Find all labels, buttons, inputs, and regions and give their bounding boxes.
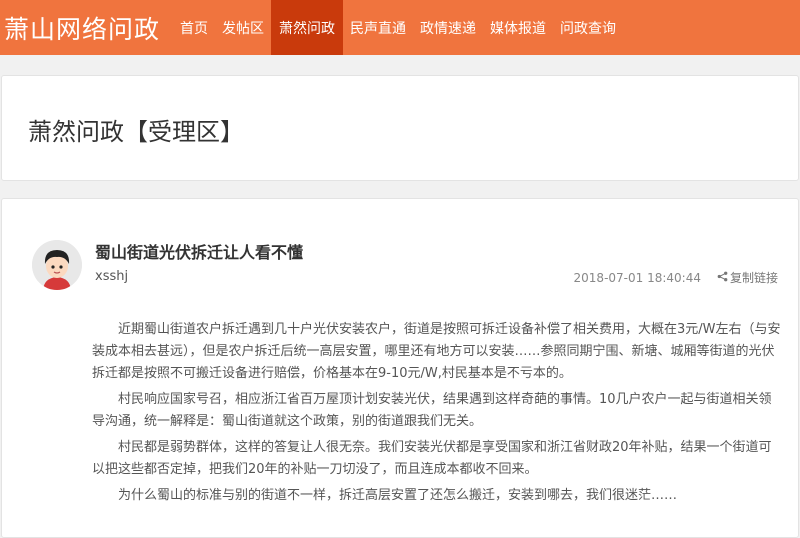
nav-item-media[interactable]: 媒体报道 [483,0,553,55]
section-title-card: 萧然问政【受理区】 [1,75,799,181]
post-paragraph: 村民都是弱势群体，这样的答复让人很无奈。我们安装光伏都是享受国家和浙江省财政20… [92,440,772,477]
nav-item-minsheng[interactable]: 民声直通 [343,0,413,55]
nav-item-home[interactable]: 首页 [173,0,215,55]
nav-item-zhengqing[interactable]: 政情速递 [413,0,483,55]
site-logo[interactable]: 萧山网络问政 [0,0,173,55]
main-nav: 首页 发帖区 萧然问政 民声直通 政情速递 媒体报道 问政查询 [173,0,623,55]
post-author[interactable]: xsshj [95,269,128,284]
page-title: 萧然问政【受理区】 [28,118,244,146]
post-title[interactable]: 蜀山街道光伏拆迁让人看不懂 [95,239,303,263]
top-navbar: 萧山网络问政 首页 发帖区 萧然问政 民声直通 政情速递 媒体报道 问政查询 [0,0,800,55]
share-icon [717,271,730,285]
copy-link-label: 复制链接 [729,271,778,285]
post-body: 近期蜀山街道农户拆迁遇到几十户光伏安装农户，街道是按照可拆迁设备补偿了相关费用，… [92,319,782,511]
user-avatar-icon[interactable] [32,240,82,290]
nav-item-xiaoran[interactable]: 萧然问政 [271,0,343,55]
post-card: 蜀山街道光伏拆迁让人看不懂 xsshj 2018-07-01 18:40:44 … [1,198,799,538]
nav-item-query[interactable]: 问政查询 [553,0,623,55]
post-paragraph: 近期蜀山街道农户拆迁遇到几十户光伏安装农户，街道是按照可拆迁设备补偿了相关费用，… [92,322,781,381]
post-paragraph: 村民响应国家号召，相应浙江省百万屋顶计划安装光伏，结果遇到这样奇葩的事情。10几… [92,392,772,429]
copy-link-button[interactable]: 复制链接 [717,269,778,286]
nav-item-post[interactable]: 发帖区 [215,0,271,55]
post-date: 2018-07-01 18:40:44 [573,270,701,285]
post-meta: 2018-07-01 18:40:44 复制链接 [574,269,778,286]
post-paragraph: 为什么蜀山的标准与别的街道不一样，拆迁高层安置了还怎么搬迁，安装到哪去，我们很迷… [118,488,678,503]
